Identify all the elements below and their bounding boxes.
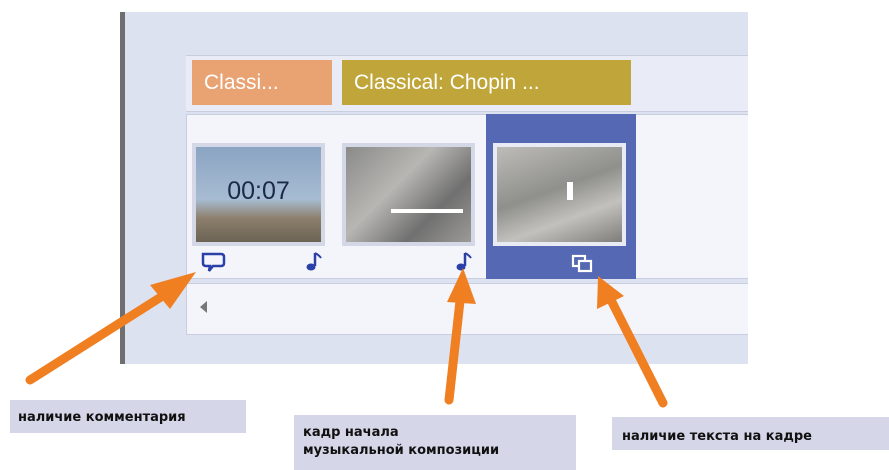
caption-comment: наличие комментария xyxy=(10,400,246,433)
arrow-text xyxy=(606,295,668,408)
caption-music-start: кадр начала музыкальной композиции xyxy=(294,415,576,470)
arrow-music xyxy=(444,287,466,405)
arrowhead-music xyxy=(447,268,476,304)
arrow-comment xyxy=(25,285,177,385)
caption-text-on-frame: наличие текста на кадре xyxy=(612,417,889,450)
caption-music-start-line1: кадр начала xyxy=(303,425,399,440)
caption-music-start-line2: музыкальной композиции xyxy=(303,443,500,458)
